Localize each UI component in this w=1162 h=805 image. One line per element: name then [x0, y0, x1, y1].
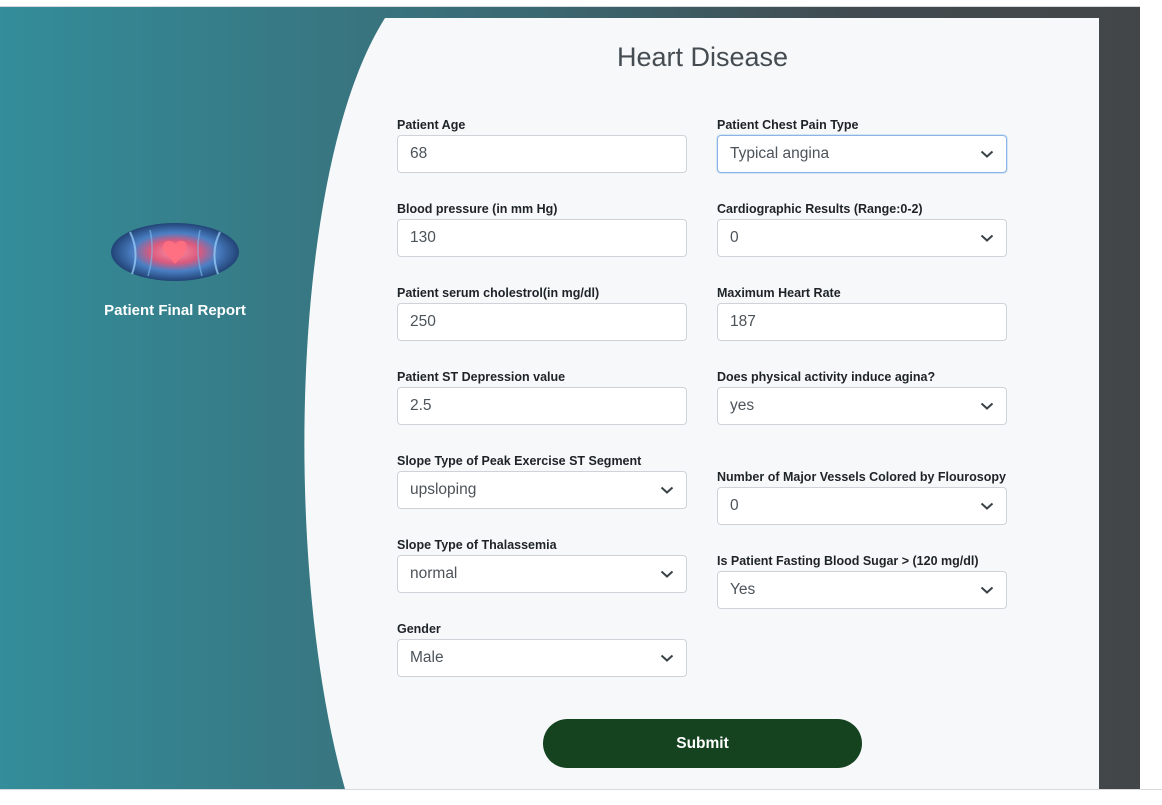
slope-value: upsloping [410, 481, 477, 498]
fasting-sugar-select[interactable]: Yes [717, 571, 1007, 609]
chevron-down-icon [980, 502, 994, 510]
fasting-sugar-field-group: Is Patient Fasting Blood Sugar > (120 mg… [717, 533, 1007, 609]
cardio-results-value: 0 [730, 229, 739, 246]
st-depression-value: 2.5 [410, 397, 432, 414]
slope-field-group: Slope Type of Peak Exercise ST Segment u… [397, 433, 687, 509]
cholesterol-label: Patient serum cholestrol(in mg/dl) [397, 286, 600, 300]
thalassemia-value: normal [410, 565, 458, 582]
form-title: Heart Disease [616, 42, 789, 72]
sidebar-title: Patient Final Report [104, 302, 246, 319]
max-heart-rate-value: 187 [730, 313, 756, 330]
thalassemia-select[interactable]: normal [397, 555, 687, 593]
chest-pain-select[interactable]: Typical angina [717, 135, 1007, 173]
chest-pain-label: Patient Chest Pain Type [717, 118, 859, 132]
max-heart-rate-input[interactable]: 187 [717, 303, 1007, 341]
sidebar: Patient Final Report [85, 222, 265, 319]
thalassemia-field-group: Slope Type of Thalassemia normal [397, 517, 687, 593]
age-field-group: Patient Age 68 [397, 97, 687, 173]
page-frame: Patient Final Report Heart Disease Patie… [0, 7, 1140, 789]
age-input[interactable]: 68 [397, 135, 687, 173]
exercise-angina-field-group: Does physical activity induce agina? yes [717, 349, 1007, 425]
fasting-sugar-label: Is Patient Fasting Blood Sugar > (120 mg… [717, 554, 979, 568]
max-heart-rate-field-group: Maximum Heart Rate 187 [717, 265, 1007, 341]
gender-field-group: Gender Male [397, 601, 687, 677]
gender-value: Male [410, 649, 444, 666]
chevron-down-icon [660, 654, 674, 662]
fasting-sugar-value: Yes [730, 581, 756, 598]
blood-pressure-label: Blood pressure (in mm Hg) [397, 202, 558, 216]
st-depression-field-group: Patient ST Depression value 2.5 [397, 349, 687, 425]
exercise-angina-label: Does physical activity induce agina? [717, 370, 936, 384]
age-value: 68 [410, 145, 428, 162]
slope-label: Slope Type of Peak Exercise ST Segment [397, 454, 642, 468]
chest-pain-value: Typical angina [730, 145, 830, 162]
age-label: Patient Age [397, 118, 466, 132]
vessels-label: Number of Major Vessels Colored by Flour… [717, 470, 1006, 484]
vessels-select[interactable]: 0 [717, 487, 1007, 525]
chest-pain-field-group: Patient Chest Pain Type Typical angina [717, 97, 1007, 173]
slope-select[interactable]: upsloping [397, 471, 687, 509]
cholesterol-value: 250 [410, 313, 436, 330]
chevron-down-icon [980, 402, 994, 410]
chevron-down-icon [980, 150, 994, 158]
st-depression-input[interactable]: 2.5 [397, 387, 687, 425]
max-heart-rate-label: Maximum Heart Rate [717, 286, 841, 300]
thalassemia-label: Slope Type of Thalassemia [397, 538, 557, 552]
cardio-results-select[interactable]: 0 [717, 219, 1007, 257]
cholesterol-input[interactable]: 250 [397, 303, 687, 341]
chevron-down-icon [660, 486, 674, 494]
cardio-results-field-group: Cardiographic Results (Range:0-2) 0 [717, 181, 1007, 257]
cardio-results-label: Cardiographic Results (Range:0-2) [717, 202, 923, 216]
st-depression-label: Patient ST Depression value [397, 370, 566, 384]
chevron-down-icon [660, 570, 674, 578]
exercise-angina-select[interactable]: yes [717, 387, 1007, 425]
chevron-down-icon [980, 586, 994, 594]
blood-pressure-field-group: Blood pressure (in mm Hg) 130 [397, 181, 687, 257]
vessels-field-group: Number of Major Vessels Colored by Flour… [717, 449, 1007, 525]
chevron-down-icon [980, 234, 994, 242]
gender-label: Gender [397, 622, 441, 636]
blood-pressure-value: 130 [410, 229, 436, 246]
cholesterol-field-group: Patient serum cholestrol(in mg/dl) 250 [397, 265, 687, 341]
submit-button[interactable]: Submit [543, 719, 862, 768]
vessels-value: 0 [730, 497, 739, 514]
exercise-angina-value: yes [730, 397, 755, 414]
blood-pressure-input[interactable]: 130 [397, 219, 687, 257]
heart-anatomy-image [111, 223, 239, 281]
gender-select[interactable]: Male [397, 639, 687, 677]
